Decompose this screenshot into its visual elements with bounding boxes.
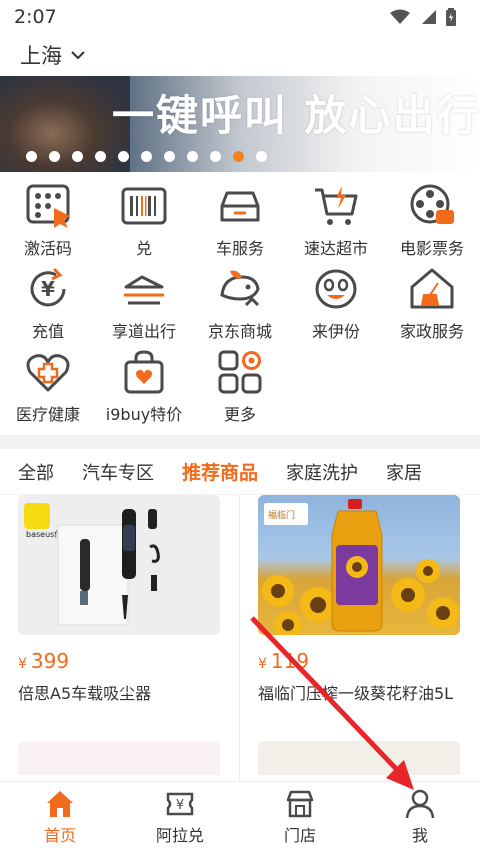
service-grid: 激活码 兑 车服务 速达超市 电影票务 ¥ 充值 享道出行 京东商城 来伊份 家…	[0, 172, 480, 429]
product-image: baseus倍思	[18, 495, 220, 635]
nav-me[interactable]: 我	[360, 782, 480, 853]
grid-item-car-service[interactable]: 车服务	[192, 180, 288, 263]
chevron-down-icon	[71, 51, 85, 60]
film-reel-icon	[410, 184, 454, 224]
grid-item-laiyifen[interactable]: 来伊份	[288, 263, 384, 346]
status-time: 2:07	[14, 6, 57, 28]
category-tabs: 全部 汽车专区 推荐商品 家庭洗护 家居	[0, 449, 480, 495]
banner-dot[interactable]	[118, 151, 129, 162]
jd-dog-icon	[220, 270, 260, 307]
banner-dot[interactable]	[256, 151, 267, 162]
grid-item-i9buy-deals[interactable]: i9buy特价	[96, 346, 192, 429]
banner-dot[interactable]	[187, 151, 198, 162]
wifi-icon	[390, 9, 410, 24]
grid-item-housekeeping[interactable]: 家政服务	[384, 263, 480, 346]
shopping-cart-icon	[315, 186, 358, 225]
city-name: 上海	[20, 44, 62, 68]
car-icon	[220, 191, 260, 222]
grid-item-more[interactable]: 更多	[192, 346, 288, 429]
grid-item-express-market[interactable]: 速达超市	[288, 180, 384, 263]
svg-text:¥: ¥	[41, 277, 55, 301]
grid-item-movie-tickets[interactable]: 电影票务	[384, 180, 480, 263]
banner-dot[interactable]	[49, 151, 60, 162]
svg-text:福临门: 福临门	[268, 509, 295, 521]
tab-all[interactable]: 全部	[18, 459, 54, 485]
banner-dot[interactable]	[210, 151, 221, 162]
house-broom-icon	[410, 268, 454, 309]
signal-icon	[422, 10, 436, 24]
grid-item-xiangdao-travel[interactable]: 享道出行	[96, 263, 192, 346]
product-list: baseus倍思 ¥399 倍思A5车载吸尘器 福临门 ¥ 119 福临门压榨一…	[0, 495, 480, 785]
grid-item-jd-mall[interactable]: 京东商城	[192, 263, 288, 346]
product-image: 福临门	[258, 495, 460, 635]
svg-text:¥: ¥	[176, 798, 184, 813]
user-icon	[405, 789, 435, 819]
banner-dot[interactable]	[164, 151, 175, 162]
product-name: 倍思A5车载吸尘器	[18, 684, 152, 703]
product-price: ¥119	[258, 649, 310, 673]
grid-item-medical-health[interactable]: 医疗健康	[0, 346, 96, 429]
grid-item-top-up[interactable]: ¥ 充值	[0, 263, 96, 346]
product-card[interactable]: baseus倍思 ¥399 倍思A5车载吸尘器	[0, 495, 240, 785]
tab-auto-zone[interactable]: 汽车专区	[82, 459, 154, 485]
tab-home-care[interactable]: 家庭洗护	[286, 459, 358, 485]
product-price: ¥399	[18, 649, 70, 673]
banner-dot[interactable]	[141, 151, 152, 162]
store-icon	[286, 790, 314, 818]
battery-icon	[446, 8, 456, 26]
banner-dot[interactable]	[95, 151, 106, 162]
nav-aladuei[interactable]: ¥ 阿拉兑	[120, 782, 240, 853]
sunflower-oil-image: 福临门	[262, 499, 459, 635]
nav-home[interactable]: 首页	[0, 782, 120, 853]
status-bar: 2:07	[0, 0, 480, 34]
bottom-nav: 首页 ¥ 阿拉兑 门店 我	[0, 781, 480, 853]
tab-recommended[interactable]: 推荐商品	[182, 458, 258, 485]
medical-heart-icon	[26, 354, 70, 392]
product-name: 福临门压榨一级葵花籽油5L	[258, 684, 454, 703]
vacuum-image: baseus倍思	[24, 503, 160, 626]
home-icon	[47, 791, 73, 817]
grid-item-exchange[interactable]: 兑	[96, 180, 192, 263]
barcode-icon	[121, 187, 167, 225]
voucher-icon: ¥	[166, 792, 194, 816]
banner-dot[interactable]	[26, 151, 37, 162]
keypad-icon	[26, 184, 70, 228]
tab-home-living[interactable]: 家居	[386, 459, 422, 485]
shopping-bag-heart-icon	[124, 350, 164, 394]
banner-dot[interactable]	[233, 151, 244, 162]
section-divider	[0, 435, 480, 449]
banner-dot[interactable]	[72, 151, 83, 162]
banner-pagination	[26, 151, 267, 162]
nav-store[interactable]: 门店	[240, 782, 360, 853]
promo-banner[interactable]: 一键呼叫 放心出行	[0, 76, 480, 172]
more-grid-icon	[218, 350, 262, 394]
grid-item-activation-code[interactable]: 激活码	[0, 180, 96, 263]
smiley-icon	[315, 269, 357, 309]
product-card[interactable]: 福临门 ¥119 福临门压榨一级葵花籽油5L	[240, 495, 480, 785]
yen-refresh-icon: ¥	[30, 267, 66, 307]
city-selector[interactable]: 上海	[0, 34, 480, 76]
shoe-travel-icon	[124, 275, 164, 305]
banner-text: 一键呼叫 放心出行	[112, 91, 480, 140]
